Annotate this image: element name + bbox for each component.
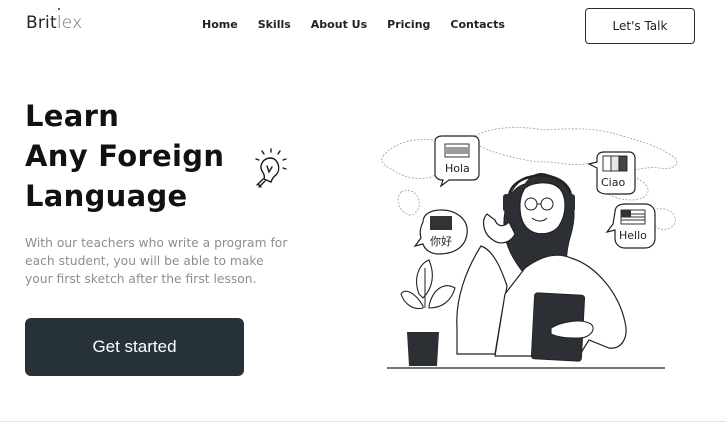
get-started-button[interactable]: Get started	[25, 318, 244, 376]
headline-line-2: Any Foreign	[25, 139, 225, 173]
headline-line-3: Language	[25, 179, 188, 213]
main-nav: Home Skills About Us Pricing Contacts	[202, 18, 525, 31]
speech-bubble-spain: Hola	[434, 135, 480, 188]
speech-bubble-china: 你好	[413, 209, 468, 255]
language-learning-illustration: Hola Ciao 你好 Hello	[381, 127, 678, 369]
lightbulb-icon	[255, 148, 287, 188]
speech-bubble-italy: Ciao	[587, 151, 636, 195]
bubble-text-hola: Hola	[445, 162, 470, 175]
potted-plant	[400, 259, 456, 366]
bubble-text-nihao: 你好	[430, 234, 452, 248]
nav-skills[interactable]: Skills	[258, 18, 291, 31]
speech-bubble-usa: Hello	[605, 203, 656, 249]
hero-description: With our teachers who write a program fo…	[25, 236, 288, 286]
bubble-text-hello: Hello	[619, 229, 647, 242]
student-figure	[456, 173, 627, 362]
hero-headline: Learn Any Foreign Language	[25, 96, 224, 216]
footer-divider	[0, 421, 726, 422]
nav-pricing[interactable]: Pricing	[387, 18, 430, 31]
nav-home[interactable]: Home	[202, 18, 238, 31]
brand-logo[interactable]: Britlex	[26, 13, 82, 33]
logo-dot	[58, 8, 60, 10]
bubble-text-ciao: Ciao	[601, 176, 625, 189]
nav-about-us[interactable]: About Us	[311, 18, 367, 31]
headline-line-1: Learn	[25, 99, 120, 133]
lets-talk-button[interactable]: Let's Talk	[585, 8, 695, 44]
nav-contacts[interactable]: Contacts	[450, 18, 504, 31]
